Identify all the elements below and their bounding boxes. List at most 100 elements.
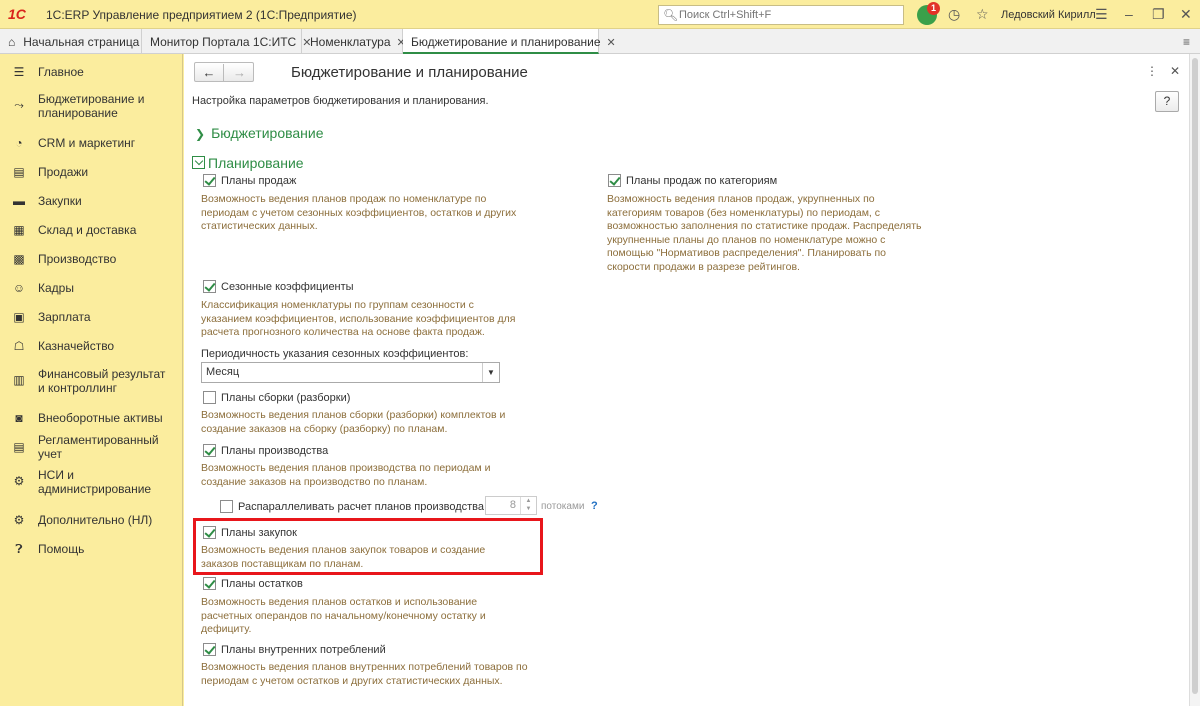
tab-home[interactable]: ⌂ Начальная страница xyxy=(0,29,142,54)
internal-plans-option[interactable]: Планы внутренних потреблений xyxy=(203,643,386,656)
checkbox-label: Планы продаж xyxy=(221,174,297,187)
checkbox-label: Планы сборки (разборки) xyxy=(221,391,351,404)
sidebar-item-label: Производство xyxy=(38,252,117,266)
section-title: Планирование xyxy=(208,155,304,171)
sales-plans-option[interactable]: Планы продаж xyxy=(203,174,296,187)
scrollbar-thumb[interactable] xyxy=(1192,58,1198,694)
section-planning[interactable]: Планирование xyxy=(192,155,304,171)
scrollbar[interactable] xyxy=(1189,54,1200,706)
minimize-icon[interactable]: – xyxy=(1125,6,1133,22)
cart-icon: ▤ xyxy=(13,165,25,179)
sidebar-item-label: Финансовый результат и контроллинг xyxy=(38,367,166,395)
close-icon[interactable]: ✕ xyxy=(1180,6,1192,22)
tab-budgeting[interactable]: Бюджетирование и планирование ✕ xyxy=(403,29,616,54)
tab-its-monitor[interactable]: Монитор Портала 1С:ИТС ✕ xyxy=(142,29,311,54)
production-description: Возможность ведения планов производства … xyxy=(201,462,491,488)
nav-buttons: ← → xyxy=(194,62,254,82)
search-icon: 🔍︎ xyxy=(663,8,679,22)
user-name[interactable]: Ледовский Кирилл xyxy=(1001,9,1096,21)
tab-nomenclature[interactable]: Номенклатура ✕ xyxy=(302,29,406,54)
search-input[interactable] xyxy=(679,7,899,23)
search-box[interactable]: 🔍︎ xyxy=(658,5,904,25)
help-icon[interactable]: ? xyxy=(591,500,598,512)
sidebar-item-extra[interactable]: ⚙ Дополнительно (НЛ) xyxy=(0,512,183,528)
tab-bar: ⌂ Начальная страница Монитор Портала 1С:И… xyxy=(0,29,1200,54)
seasonal-option[interactable]: Сезонные коэффициенты xyxy=(203,280,354,293)
sidebar-item-admin[interactable]: ⚙ НСИ и администрирование xyxy=(0,468,183,496)
app-title: 1С:ERP Управление предприятием 2 (1С:Пре… xyxy=(46,8,357,22)
stock-plans-checkbox[interactable] xyxy=(203,577,216,590)
tab-label: Номенклатура xyxy=(310,35,391,49)
warehouse-icon: ▦ xyxy=(13,223,25,237)
assembly-option[interactable]: Планы сборки (разборки) xyxy=(203,391,350,404)
checkbox-label: Распараллеливать расчет планов производс… xyxy=(238,500,485,513)
sidebar-item-sales[interactable]: ▤ Продажи xyxy=(0,164,183,180)
stepper-value: 8 xyxy=(509,499,516,511)
sales-plans-description: Возможность ведения планов продаж по ном… xyxy=(201,193,517,232)
sidebar-item-label: Внеоборотные активы xyxy=(38,411,163,425)
assembly-checkbox[interactable] xyxy=(203,391,216,404)
sidebar-item-label: НСИ и администрирование xyxy=(38,468,152,496)
category-plans-checkbox[interactable] xyxy=(608,174,621,187)
main-panel: ← → Бюджетирование и планирование ⋮ ✕ ? … xyxy=(184,54,1189,706)
help-icon: ❓︎ xyxy=(15,541,23,556)
threads-stepper[interactable]: 8 ▲ ▼ xyxy=(485,496,537,515)
sales-plans-checkbox[interactable] xyxy=(203,174,216,187)
periodicity-label: Периодичность указания сезонных коэффици… xyxy=(201,348,469,360)
help-button[interactable]: ? xyxy=(1155,91,1179,112)
seasonal-checkbox[interactable] xyxy=(203,280,216,293)
sidebar-item-budgeting[interactable]: ⤳ Бюджетирование и планирование xyxy=(0,92,183,120)
bell-icon[interactable]: 1 xyxy=(917,2,940,25)
parallel-option[interactable]: Распараллеливать расчет планов производс… xyxy=(220,500,484,513)
forward-arrow-icon[interactable]: → xyxy=(225,64,254,81)
sidebar-item-label: Кадры xyxy=(38,281,74,295)
budget-icon: ⤳ xyxy=(14,98,24,112)
section-budgeting[interactable]: ❯ Бюджетирование xyxy=(195,125,324,141)
finance-icon: ▥ xyxy=(13,373,25,387)
star-icon[interactable]: ☆ xyxy=(976,6,989,22)
sidebar-item-salary[interactable]: ▣ Зарплата xyxy=(0,309,183,325)
sidebar-item-label: Помощь xyxy=(38,542,85,556)
stock-plans-option[interactable]: Планы остатков xyxy=(203,577,303,590)
production-option[interactable]: Планы производства xyxy=(203,444,328,457)
category-plans-option[interactable]: Планы продаж по категориям xyxy=(608,174,777,187)
sidebar-item-hr[interactable]: ☺ Кадры xyxy=(0,280,183,296)
sidebar-item-treasury[interactable]: ☖ Казначейство xyxy=(0,338,183,354)
chevron-down-icon[interactable]: ▼ xyxy=(482,363,499,382)
truck-icon: ▬ xyxy=(13,194,25,208)
sidebar-item-label: CRM и маркетинг xyxy=(38,136,136,150)
sidebar-item-main[interactable]: ☰ Главное xyxy=(0,64,183,80)
factory-icon: ▩ xyxy=(13,252,25,266)
sidebar-item-crm[interactable]: ◔ CRM и маркетинг xyxy=(0,135,183,151)
close-icon[interactable]: ✕ xyxy=(607,37,616,49)
production-checkbox[interactable] xyxy=(203,444,216,457)
history-icon[interactable]: ◷ xyxy=(948,6,960,22)
sidebar-item-fixed-assets[interactable]: ◙ Внеоборотные активы xyxy=(0,410,183,426)
restore-icon[interactable]: ❐ xyxy=(1152,6,1165,22)
title-bar: 1С 1С:ERP Управление предприятием 2 (1С:… xyxy=(0,0,1200,29)
close-icon[interactable]: ✕ xyxy=(1170,64,1180,78)
menu-icon[interactable]: ☰ xyxy=(1095,6,1108,22)
checkbox-label: Планы производства xyxy=(221,444,329,457)
sidebar-item-production[interactable]: ▩ Производство xyxy=(0,251,183,267)
home-icon: ⌂ xyxy=(8,35,16,49)
internal-plans-description: Возможность ведения планов внутренних по… xyxy=(201,661,528,687)
highlight-frame xyxy=(193,518,543,575)
back-arrow-icon[interactable]: ← xyxy=(195,64,224,81)
parallel-checkbox[interactable] xyxy=(220,500,233,513)
section-title: Бюджетирование xyxy=(211,125,324,141)
sidebar-item-finance[interactable]: ▥ Финансовый результат и контроллинг xyxy=(0,367,183,395)
sidebar-item-regulated[interactable]: ▤ Регламентированный учет xyxy=(0,433,183,461)
sidebar-item-purchases[interactable]: ▬ Закупки xyxy=(0,193,183,209)
chevron-right-icon: ❯ xyxy=(195,127,206,141)
stepper-arrows-icon[interactable]: ▲ ▼ xyxy=(520,497,536,514)
sidebar-item-help[interactable]: ❓︎ Помощь xyxy=(0,541,183,557)
sidebar-item-label: Закупки xyxy=(38,194,82,208)
page-description: Настройка параметров бюджетирования и пл… xyxy=(192,95,489,107)
internal-plans-checkbox[interactable] xyxy=(203,643,216,656)
periodicity-select[interactable]: Месяц ▼ xyxy=(201,362,500,383)
sidebar-item-warehouse[interactable]: ▦ Склад и доставка xyxy=(0,222,183,238)
tabs-menu-icon[interactable]: ≡ xyxy=(1183,35,1190,49)
more-icon[interactable]: ⋮ xyxy=(1146,64,1158,78)
stock-plans-description: Возможность ведения планов остатков и ис… xyxy=(201,596,486,635)
